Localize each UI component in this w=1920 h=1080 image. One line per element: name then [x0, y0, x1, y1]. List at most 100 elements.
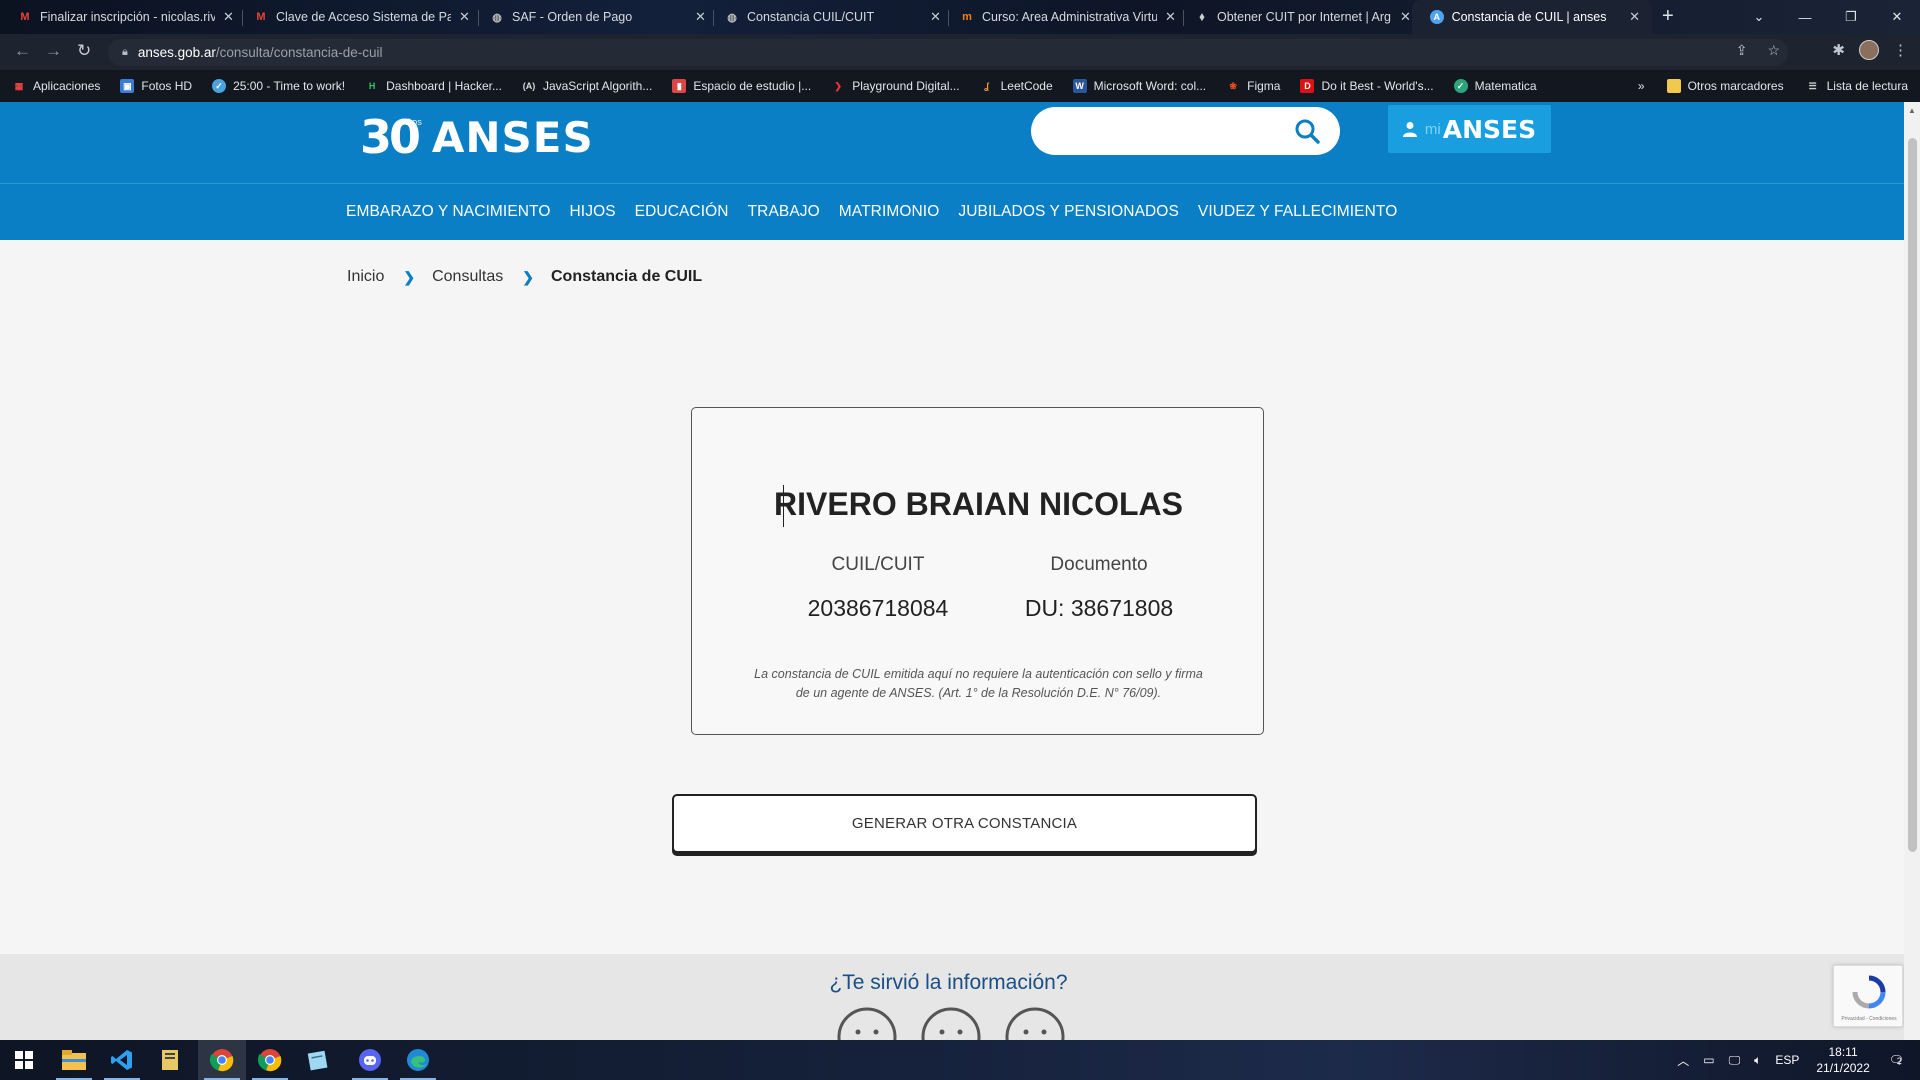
folder-icon — [1666, 79, 1681, 93]
back-arrow-icon[interactable]: ← — [14, 41, 31, 61]
meet-now-icon[interactable]: ▭ — [1703, 1053, 1714, 1067]
star-icon[interactable]: ☆ — [1767, 42, 1780, 59]
tray-expand-icon[interactable]: ︿ — [1677, 1052, 1689, 1069]
close-icon[interactable]: ✕ — [1629, 9, 1640, 25]
windows-start-button[interactable] — [0, 1040, 48, 1080]
recaptcha-text: Privacidad - Condiciones — [1841, 1016, 1897, 1022]
bookmark-item[interactable]: ✓ Matematica — [1453, 79, 1537, 93]
share-icon[interactable]: ⇪ — [1736, 42, 1748, 59]
reload-icon[interactable]: ↻ — [77, 41, 91, 61]
browser-tab[interactable]: M Clave de Acceso Sistema de Pag ✕ — [236, 0, 482, 34]
scroll-up-icon[interactable]: ▲ — [1908, 106, 1916, 115]
close-icon[interactable]: ✕ — [1400, 9, 1411, 25]
person-name: RIVERO BRAIAN NICOLAS — [774, 486, 1183, 522]
bookmark-item[interactable]: ✓ 25:00 - Time to work! — [212, 79, 345, 93]
other-bookmarks[interactable]: Otros marcadores — [1666, 79, 1784, 93]
menu-kebab-icon[interactable]: ⋮ — [1893, 41, 1908, 59]
happy-face-icon[interactable] — [1004, 1006, 1066, 1040]
mi-anses-button[interactable]: mi ANSES — [1388, 105, 1551, 153]
close-icon[interactable]: ✕ — [223, 9, 234, 25]
neutral-face-icon[interactable] — [920, 1006, 982, 1040]
bookmark-item[interactable]: H Dashboard | Hacker... — [365, 79, 502, 93]
url-host: anses.gob.ar — [137, 45, 216, 60]
nav-educacion[interactable]: EDUCACIÓN — [635, 203, 729, 221]
language-indicator[interactable]: ESP — [1775, 1053, 1799, 1067]
apps-grid-icon: ▦ — [14, 80, 24, 91]
bookmark-item[interactable]: ❀ Figma — [1226, 79, 1280, 93]
nav-hijos[interactable]: HIJOS — [570, 203, 616, 221]
discord-icon — [359, 1049, 381, 1071]
tab-search-icon[interactable]: ⌄ — [1736, 0, 1782, 34]
anses-logo[interactable]: 30 AÑOS ANSES — [360, 110, 594, 164]
network-icon[interactable]: 🖵︎ — [1729, 1053, 1741, 1068]
nav-trabajo[interactable]: TRABAJO — [748, 203, 820, 221]
close-icon[interactable]: ✕ — [1165, 9, 1176, 25]
recaptcha-badge[interactable]: Privacidad - Condiciones — [1833, 965, 1903, 1027]
tab-title: Finalizar inscripción - nicolas.rive — [40, 10, 215, 24]
breadcrumb-inicio[interactable]: Inicio — [347, 268, 384, 286]
taskbar-edge[interactable] — [394, 1040, 442, 1080]
forward-arrow-icon[interactable]: → — [45, 41, 62, 61]
bookmark-item[interactable]: W Microsoft Word: col... — [1072, 79, 1206, 93]
gmail-icon: M — [256, 11, 266, 23]
nav-embarazo-y-nacimiento[interactable]: EMBARAZO Y NACIMIENTO — [346, 203, 551, 221]
sad-face-icon[interactable] — [836, 1006, 898, 1040]
browser-tab[interactable]: ⬧ Obtener CUIT por Internet | Arg ✕ — [1177, 0, 1423, 34]
vscode-icon — [111, 1050, 132, 1070]
browser-tab[interactable]: ◍ SAF - Orden de Pago ✕ — [472, 0, 718, 34]
minimize-icon[interactable]: — — [1782, 0, 1828, 34]
taskbar-chrome-profile[interactable] — [246, 1040, 294, 1080]
bookmark-label: Dashboard | Hacker... — [386, 79, 502, 93]
bookmark-icon: ▮ — [672, 79, 687, 93]
bookmark-item[interactable]: ▮ Espacio de estudio |... — [672, 79, 811, 93]
browser-tab[interactable]: ◍ Constancia CUIL/CUIT ✕ — [707, 0, 953, 34]
volume-icon[interactable]: 🔈︎ — [1754, 1053, 1761, 1068]
nav-matrimonio[interactable]: MATRIMONIO — [839, 203, 940, 221]
clock[interactable]: 18:11 21/1/2022 — [1816, 1044, 1869, 1076]
page-scrollbar[interactable]: ▲ — [1904, 102, 1920, 1040]
taskbar-notepad[interactable] — [294, 1040, 342, 1080]
bookmark-item[interactable]: ❯ Playground Digital... — [831, 79, 959, 93]
search-icon[interactable] — [1294, 118, 1320, 144]
extensions-icon[interactable]: ✱ — [1832, 41, 1845, 59]
toolbar-right: ✱ ⋮ — [1832, 40, 1908, 60]
bookmarks-overflow-button[interactable]: » — [1638, 79, 1645, 93]
lock-icon[interactable]: 🔒︎ — [122, 46, 128, 59]
reading-list[interactable]: ☰ Lista de lectura — [1806, 79, 1908, 93]
scroll-thumb[interactable] — [1908, 138, 1917, 852]
browser-tab[interactable]: m Curso: Area Administrativa Virtu ✕ — [942, 0, 1188, 34]
bookmark-item[interactable]: ▣ Fotos HD — [120, 79, 192, 93]
taskbar-file-explorer[interactable] — [50, 1040, 98, 1080]
site-header: 30 AÑOS ANSES mi ANSES — [0, 102, 1904, 183]
generate-another-certificate-button[interactable]: GENERAR OTRA CONSTANCIA — [672, 794, 1257, 853]
new-tab-button[interactable]: + — [1662, 5, 1674, 28]
notifications-icon[interactable]: 🗨︎ 2 — [1889, 1053, 1904, 1067]
bookmark-item[interactable]: ▦ Aplicaciones — [12, 79, 101, 93]
restore-icon[interactable]: ❐ — [1828, 0, 1874, 34]
address-bar-actions: ⇪ ☆ — [1736, 42, 1780, 59]
nav-viudez-y-fallecimiento[interactable]: VIUDEZ Y FALLECIMIENTO — [1198, 203, 1397, 221]
taskbar-discord[interactable] — [346, 1040, 394, 1080]
taskbar-chrome[interactable] — [198, 1040, 246, 1080]
bookmark-item[interactable]: (A) JavaScript Algorith... — [522, 79, 653, 93]
taskbar-bookmark-app[interactable] — [146, 1040, 194, 1080]
browser-tab-active[interactable]: A Constancia de CUIL | anses ✕ — [1412, 0, 1652, 34]
profile-avatar[interactable] — [1859, 40, 1879, 60]
reading-list-icon: ☰ — [1808, 80, 1817, 91]
taskbar-vscode[interactable] — [98, 1040, 146, 1080]
site-search-input[interactable] — [1031, 107, 1340, 155]
bookmark-item[interactable]: D Do it Best - World's... — [1300, 79, 1434, 93]
feedback-question: ¿Te sirvió la información? — [829, 971, 1068, 994]
close-icon[interactable]: ✕ — [695, 9, 706, 25]
bookmark-item[interactable]: ʆ LeetCode — [980, 79, 1052, 93]
close-window-icon[interactable]: ✕ — [1874, 0, 1920, 34]
close-icon[interactable]: ✕ — [930, 9, 941, 25]
address-bar[interactable]: 🔒︎ anses.gob.ar/consulta/constancia-de-c… — [108, 39, 1788, 66]
browser-tab[interactable]: M Finalizar inscripción - nicolas.rive ✕ — [0, 0, 246, 34]
tab-title: Curso: Area Administrativa Virtu — [982, 10, 1157, 24]
close-icon[interactable]: ✕ — [459, 9, 470, 25]
nav-jubilados-y-pensionados[interactable]: JUBILADOS Y PENSIONADOS — [958, 203, 1179, 221]
shield-check-icon: ✓ — [1453, 79, 1468, 93]
document-value: DU: 38671808 — [1024, 595, 1174, 621]
breadcrumb-consultas[interactable]: Consultas — [432, 268, 503, 286]
